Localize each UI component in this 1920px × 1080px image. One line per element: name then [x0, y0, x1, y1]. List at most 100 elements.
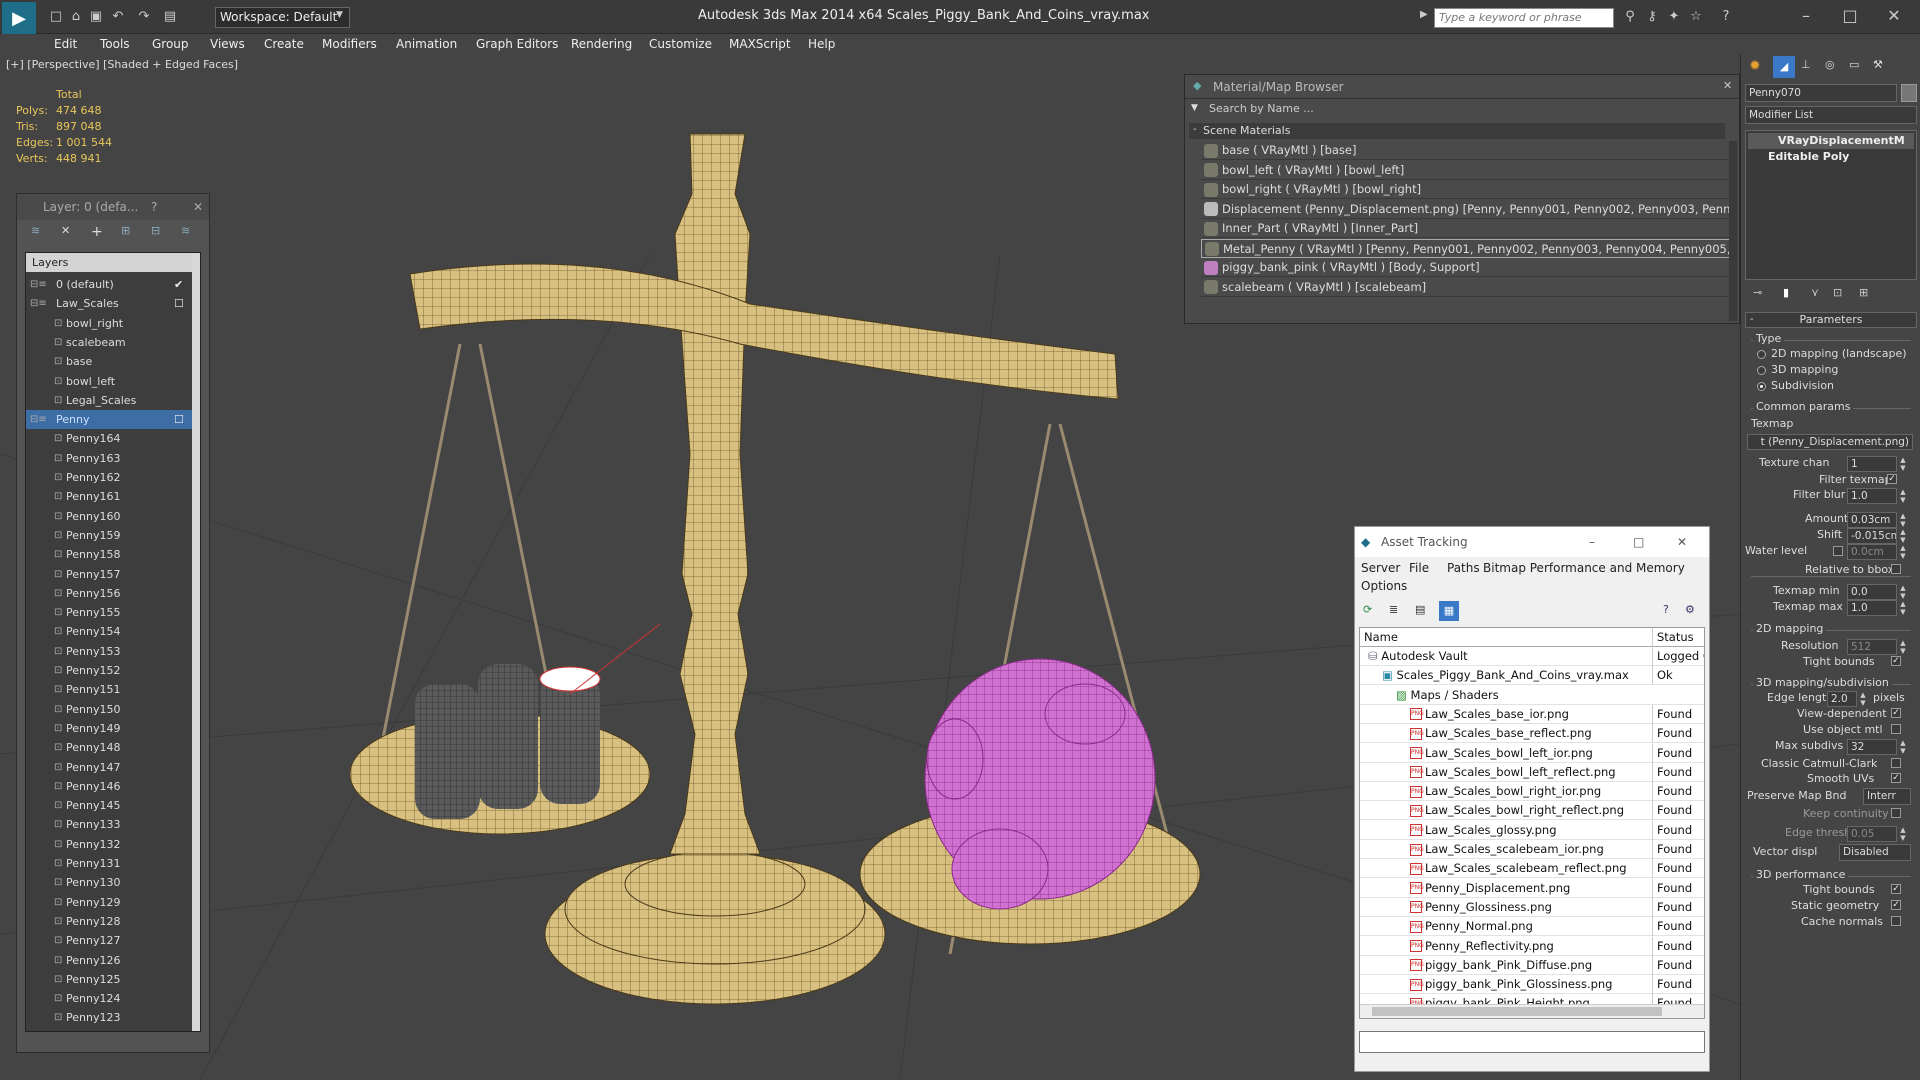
object-icon[interactable]: ⊡	[54, 584, 62, 603]
water-level-checkbox[interactable]	[1833, 546, 1843, 556]
layer-row[interactable]: ⊡ Penny133	[26, 815, 192, 834]
minimize-button[interactable]: –	[1786, 4, 1826, 28]
layer-row[interactable]: ⊡ Penny156	[26, 584, 192, 603]
object-icon[interactable]: ⊡	[54, 526, 62, 545]
asset-path-field[interactable]	[1359, 1031, 1705, 1053]
layer-row[interactable]: ⊡ Penny130	[26, 873, 192, 892]
vector-displ-dropdown[interactable]: Disabled	[1839, 844, 1911, 861]
texmap-button[interactable]: t (Penny_Displacement.png)	[1747, 434, 1913, 450]
add-icon[interactable]: +	[91, 224, 103, 240]
asset-tracking-table[interactable]: Name Status ⛁ Autodesk VaultLogged Ou▣ S…	[1359, 627, 1705, 1019]
radio-3d-mapping[interactable]	[1757, 366, 1766, 375]
object-icon[interactable]: ⊡	[54, 391, 62, 410]
layer-icon[interactable]: ⊟≡	[30, 410, 47, 429]
expand-search-icon[interactable]: ▶	[1420, 9, 1428, 20]
list-view-icon[interactable]: ≣	[1389, 603, 1398, 616]
layer-row[interactable]: ⊡ Penny124	[26, 989, 192, 1008]
asset-row[interactable]: PNGLaw_Scales_base_reflect.png Found	[1360, 724, 1704, 744]
layer-row[interactable]: ⊟≡ Penny ☐	[26, 410, 192, 430]
open-file-icon[interactable]: ⌂	[66, 8, 86, 26]
maximize-button[interactable]: □	[1830, 4, 1870, 28]
static-geometry-checkbox[interactable]: ✓	[1891, 900, 1901, 910]
spinner-arrows-icon[interactable]: ▲ ▼	[1899, 739, 1907, 755]
object-icon[interactable]: ⊡	[54, 970, 62, 989]
spinner-arrows-icon[interactable]: ▲ ▼	[1899, 600, 1907, 616]
object-icon[interactable]: ⊡	[54, 352, 62, 371]
object-icon[interactable]: ⊡	[54, 372, 62, 391]
layer-icon[interactable]: ≋	[31, 224, 40, 237]
motion-tab-icon[interactable]: ◎	[1825, 58, 1835, 71]
workspace-dropdown[interactable]: Workspace: Default	[215, 7, 350, 28]
asset-row[interactable]: PNGLaw_Scales_bowl_right_reflect.png Foun…	[1360, 801, 1704, 821]
layer-row[interactable]: ⊡ Penny153	[26, 642, 192, 661]
menu-customize[interactable]: Customize	[649, 37, 712, 51]
material-row[interactable]: scalebeam ( VRayMtl ) [scalebeam]	[1201, 278, 1731, 297]
save-icon[interactable]: ▣	[86, 8, 106, 26]
layer-row[interactable]: ⊡ base	[26, 352, 192, 371]
delete-icon[interactable]: ✕	[61, 224, 70, 237]
layer-row[interactable]: ⊡ Penny146	[26, 777, 192, 796]
smooth-uvs-checkbox[interactable]: ✓	[1891, 773, 1901, 783]
layer-row[interactable]: ⊡ Penny155	[26, 603, 192, 622]
radio-subdivision[interactable]	[1757, 382, 1766, 391]
menu-views[interactable]: Views	[210, 37, 245, 51]
spinner-arrows-icon[interactable]: ▲ ▼	[1899, 544, 1907, 560]
menu-rendering[interactable]: Rendering	[571, 37, 632, 51]
object-icon[interactable]: ⊡	[54, 931, 62, 950]
show-end-result-icon[interactable]: ▮	[1783, 286, 1789, 299]
amount-input[interactable]: 0.03cm	[1847, 512, 1897, 528]
material-search-bar[interactable]: ▼ Search by Name ...	[1189, 101, 1737, 119]
close-button[interactable]: ✕	[1874, 4, 1914, 28]
asset-row[interactable]: PNGLaw_Scales_bowl_left_ior.png Found	[1360, 743, 1704, 763]
maximize-button[interactable]: □	[1633, 527, 1644, 557]
layer-row[interactable]: ⊟≡ 0 (default) ✔	[26, 275, 192, 294]
object-icon[interactable]: ⊡	[54, 873, 62, 892]
asset-menu-options[interactable]: Options	[1361, 579, 1407, 593]
material-row[interactable]: piggy_bank_pink ( VRayMtl ) [Body, Suppo…	[1201, 258, 1731, 277]
spinner-arrows-icon[interactable]: ▲ ▼	[1899, 826, 1907, 842]
redo-icon[interactable]: ↷	[134, 8, 154, 26]
asset-col-name[interactable]: Name	[1364, 628, 1398, 647]
display-tab-icon[interactable]: ▭	[1849, 58, 1859, 71]
material-row[interactable]: base ( VRayMtl ) [base]	[1201, 141, 1731, 160]
material-scrollbar[interactable]	[1729, 141, 1737, 321]
filter-texmap-checkbox[interactable]: ✓	[1887, 474, 1897, 484]
layer-icon[interactable]: ⊟≡	[30, 275, 47, 294]
edge-length-input[interactable]: 2.0	[1827, 691, 1857, 707]
object-name-field[interactable]: Penny070	[1745, 84, 1897, 102]
menu-animation[interactable]: Animation	[396, 37, 457, 51]
view-dependent-checkbox[interactable]: ✓	[1891, 708, 1901, 718]
object-icon[interactable]: ⊡	[54, 468, 62, 487]
object-icon[interactable]: ⊡	[54, 989, 62, 1008]
layer-row[interactable]: ⊡ Legal_Scales	[26, 391, 192, 410]
spinner-arrows-icon[interactable]: ▲ ▼	[1899, 584, 1907, 600]
asset-row[interactable]: PNGpiggy_bank_Pink_Diffuse.png Found	[1360, 955, 1704, 975]
current-layer-checkmark-icon[interactable]: ✔	[174, 275, 183, 294]
material-row[interactable]: Displacement (Penny_Displacement.png) [P…	[1201, 200, 1731, 219]
asset-hscrollbar[interactable]	[1360, 1004, 1704, 1018]
layer-row[interactable]: ⊡ Penny127	[26, 931, 192, 950]
menu-tools[interactable]: Tools	[100, 37, 130, 51]
object-icon[interactable]: ⊡	[54, 912, 62, 931]
modifier-list-dropdown[interactable]: Modifier List	[1745, 106, 1917, 124]
max-subdivs-input[interactable]: 32	[1847, 739, 1897, 755]
layer-tree[interactable]: Layers ⊟≡ 0 (default) ✔ ⊟≡ Law_Scales ☐ ⊡ bowl_…	[25, 252, 201, 1032]
object-icon[interactable]: ⊡	[54, 565, 62, 584]
object-icon[interactable]: ⊡	[54, 429, 62, 448]
object-icon[interactable]: ⊡	[54, 719, 62, 738]
layer-row[interactable]: ⊡ Penny151	[26, 680, 192, 699]
layer-row[interactable]: ⊡ Penny126	[26, 951, 192, 970]
object-icon[interactable]: ⊡	[54, 545, 62, 564]
object-icon[interactable]: ⊡	[54, 487, 62, 506]
object-icon[interactable]: ⊡	[54, 642, 62, 661]
layer-toggle-icon[interactable]: ☐	[174, 294, 184, 313]
layer-row[interactable]: ⊡ Penny159	[26, 526, 192, 545]
asset-col-status[interactable]: Status	[1652, 628, 1704, 647]
menu-group[interactable]: Group	[152, 37, 189, 51]
layer-row[interactable]: ⊡ Penny131	[26, 854, 192, 873]
close-icon[interactable]: ✕	[1723, 79, 1732, 92]
modifier-stack-item[interactable]: VRayDisplacementM	[1748, 133, 1914, 149]
texmap-max-input[interactable]: 1.0	[1847, 600, 1897, 616]
layer-icon[interactable]: ⊟≡	[30, 294, 47, 313]
communication-icon[interactable]: ✦	[1664, 8, 1684, 26]
